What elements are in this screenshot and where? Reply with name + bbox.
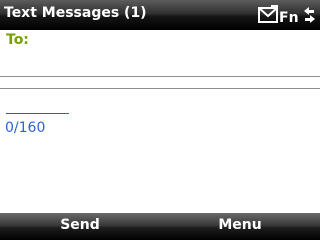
menu-softkey[interactable]: Menu (200, 217, 280, 237)
softkey-bar: Send Menu (0, 213, 320, 240)
status-icons: Fn (258, 5, 316, 25)
envelope-icon[interactable] (258, 5, 278, 23)
message-body-area[interactable]: 0/160 (0, 89, 320, 213)
fn-indicator-icon: Fn (279, 10, 299, 25)
title-bar: Text Messages (1) Fn (0, 0, 320, 30)
send-softkey[interactable]: Send (40, 217, 120, 237)
character-counter: 0/160 (5, 120, 46, 136)
message-input-underline (6, 113, 69, 114)
to-field-row[interactable]: To: (0, 30, 320, 77)
to-input[interactable] (38, 32, 314, 52)
status-icons-svg: Fn (258, 5, 315, 25)
app-title: Text Messages (1) (4, 5, 147, 21)
to-label: To: (6, 32, 29, 48)
connectivity-arrows-icon[interactable] (304, 7, 315, 23)
